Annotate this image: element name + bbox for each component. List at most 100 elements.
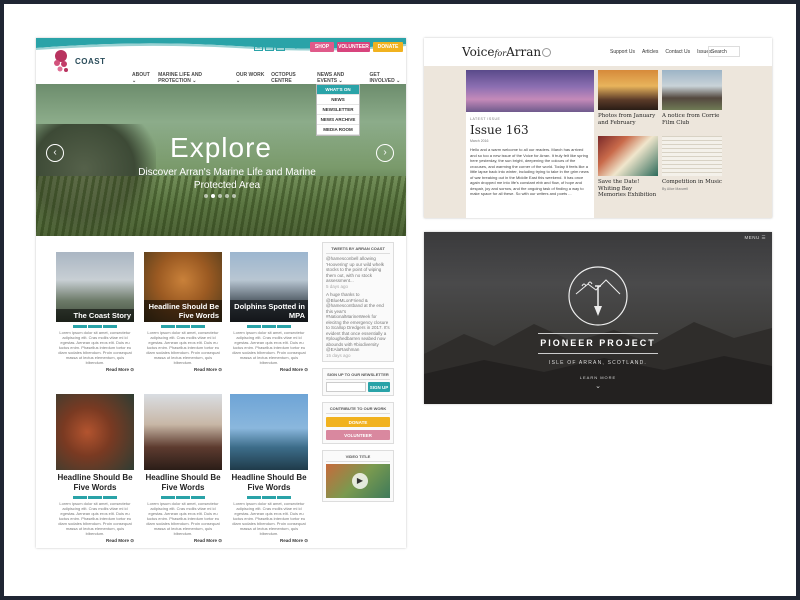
card-title: Dolphins Spotted in MPA xyxy=(230,300,308,322)
news-card[interactable]: The Coast Story Lorem ipsum dolor sit am… xyxy=(56,252,134,373)
dropdown-news[interactable]: NEWS xyxy=(317,95,359,105)
nav-articles[interactable]: Articles xyxy=(642,49,658,55)
chevron-down-icon[interactable]: ⌄ xyxy=(424,382,772,390)
twitter-icon[interactable]: t xyxy=(276,42,285,51)
tile-image xyxy=(598,70,658,110)
vfa-content: LATEST ISSUE Issue 163 March 2016 Hello … xyxy=(424,66,772,218)
dropdown-whats-on[interactable]: WHAT'S ON xyxy=(317,85,359,95)
card-text: Lorem ipsum dolor sit amet, consectetur … xyxy=(232,501,306,536)
sign-up-button[interactable]: SIGN UP xyxy=(368,382,390,392)
card-tags xyxy=(230,496,308,499)
article-tile[interactable]: A notice from Corrie Film Club xyxy=(662,70,722,126)
vfa-nav: Support Us Articles Contact Us Issues xyxy=(610,49,712,55)
read-more-link[interactable]: Read More ⊙ xyxy=(230,367,308,373)
news-card[interactable]: Headline Should Be Five Words Lorem ipsu… xyxy=(230,394,308,544)
canvas: COAST ◎ f t ⚲ SHOP VOLUNTEER DONATE ABOU… xyxy=(4,4,796,596)
newsletter-header: SIGN UP TO OUR NEWSLETTER xyxy=(326,372,390,380)
news-card[interactable]: Headline Should Be Five Words Lorem ipsu… xyxy=(56,394,134,544)
tile-image xyxy=(662,70,722,110)
hero-subtitle: Discover Arran's Marine Life and Marine … xyxy=(138,167,316,191)
slide-dots xyxy=(204,194,236,198)
nav-get-involved[interactable]: GET INVOLVED ⌄ xyxy=(370,72,406,84)
email-input[interactable] xyxy=(326,382,366,392)
card-tags xyxy=(56,496,134,499)
news-card[interactable]: Headline Should Be Five Words Lorem ipsu… xyxy=(144,394,222,544)
slide-dot[interactable] xyxy=(218,194,222,198)
donate-button[interactable]: DONATE xyxy=(373,42,403,52)
facebook-icon[interactable]: f xyxy=(265,42,274,51)
tile-image xyxy=(662,136,722,176)
volunteer-button[interactable]: VOLUNTEER xyxy=(337,42,370,52)
coast-logo-text: COAST xyxy=(75,56,106,66)
newsletter-signup: SIGN UP TO OUR NEWSLETTER SIGN UP xyxy=(322,368,394,396)
dropdown-news-archive[interactable]: NEWS ARCHIVE xyxy=(317,115,359,125)
read-more-link[interactable]: Read More ⊙ xyxy=(56,367,134,373)
slide-dot[interactable] xyxy=(225,194,229,198)
search-icon[interactable]: ⚲ xyxy=(293,41,299,50)
coast-content: The Coast Story Lorem ipsum dolor sit am… xyxy=(36,236,406,548)
news-dropdown: WHAT'S ON NEWS NEWSLETTER NEWS ARCHIVE M… xyxy=(316,84,360,136)
next-slide-icon[interactable]: › xyxy=(376,144,394,162)
nav-contact-us[interactable]: Contact Us xyxy=(665,49,690,55)
coast-header: COAST ◎ f t ⚲ SHOP VOLUNTEER DONATE ABOU… xyxy=(36,38,406,84)
menu-button[interactable]: MENU ☰ xyxy=(744,235,766,241)
card-title: Headline Should Be Five Words xyxy=(145,473,221,492)
prev-slide-icon[interactable]: ‹ xyxy=(46,144,64,162)
slide-dot[interactable] xyxy=(204,194,208,198)
vfa-logo[interactable]: VoiceforArran xyxy=(462,45,552,59)
card-tags xyxy=(230,325,308,328)
nav-marine-life[interactable]: MARINE LIFE AND PROTECTION ⌄ xyxy=(158,72,230,84)
volunteer-button-sidebar[interactable]: VOLUNTEER xyxy=(326,430,390,440)
tile-title: Photos from January and February xyxy=(598,113,656,126)
video-thumbnail[interactable]: ▶ xyxy=(326,464,390,498)
contribute-header: CONTRIBUTE TO OUR WORK xyxy=(326,406,390,414)
read-more-link[interactable]: Read More ⊙ xyxy=(144,538,222,544)
nav-about[interactable]: ABOUT ⌄ xyxy=(132,72,152,84)
donate-button-sidebar[interactable]: DONATE xyxy=(326,417,390,427)
logo-voice: Voice xyxy=(462,45,495,59)
shop-button[interactable]: SHOP xyxy=(310,42,334,52)
dropdown-newsletter[interactable]: NEWSLETTER xyxy=(317,105,359,115)
nav-news-events[interactable]: NEWS AND EVENTS ⌄ xyxy=(317,72,363,84)
video-box: VIDEO TITLE ▶ xyxy=(322,450,394,502)
project-title: PIONEER PROJECT xyxy=(540,338,656,348)
read-more-link[interactable]: Read More ⊙ xyxy=(230,538,308,544)
tweet-time: 15 days ago xyxy=(326,352,351,358)
news-card[interactable]: Headline Should Be Five Words Lorem ipsu… xyxy=(144,252,222,373)
card-image: The Coast Story xyxy=(56,252,134,322)
dropdown-media-room[interactable]: MEDIA ROOM xyxy=(317,125,359,135)
vfa-header: VoiceforArran Support Us Articles Contac… xyxy=(424,38,772,66)
card-image xyxy=(144,394,222,470)
coast-logo[interactable]: COAST xyxy=(50,48,106,74)
tile-author: By Alice Maxwell xyxy=(662,186,689,191)
card-tags xyxy=(144,496,222,499)
tile-image xyxy=(598,136,658,176)
latest-issue[interactable]: LATEST ISSUE Issue 163 March 2016 Hello … xyxy=(466,70,594,218)
read-more-link[interactable]: Read More ⊙ xyxy=(144,367,222,373)
latest-issue-label: LATEST ISSUE xyxy=(470,117,501,121)
card-image: Headline Should Be Five Words xyxy=(144,252,222,322)
tile-title: Competition in Music xyxy=(662,179,722,185)
news-card[interactable]: Dolphins Spotted in MPA Lorem ipsum dolo… xyxy=(230,252,308,373)
slide-dot[interactable] xyxy=(211,194,215,198)
tweet[interactable]: @hamesconbell allowing 'Hoovering' up ou… xyxy=(326,256,390,284)
article-tile[interactable]: Save the Date! Whiting Bay Memories Exhi… xyxy=(598,136,658,199)
tweet[interactable]: A huge thanks to @BlueMLonFriend & @hame… xyxy=(326,292,390,353)
search-input[interactable]: Search xyxy=(708,46,740,57)
issue-image xyxy=(466,70,594,112)
card-image: Dolphins Spotted in MPA xyxy=(230,252,308,322)
instagram-icon[interactable]: ◎ xyxy=(254,42,263,51)
nav-support-us[interactable]: Support Us xyxy=(610,49,635,55)
main-nav: ABOUT ⌄ MARINE LIFE AND PROTECTION ⌄ OUR… xyxy=(132,72,406,84)
read-more-link[interactable]: Read More ⊙ xyxy=(56,538,134,544)
card-text: Lorem ipsum dolor sit amet, consectetur … xyxy=(146,501,220,536)
nav-octopus-centre[interactable]: OCTOPUS CENTRE xyxy=(271,72,311,84)
slide-dot[interactable] xyxy=(232,194,236,198)
card-text: Lorem ipsum dolor sit amet, consectetur … xyxy=(146,330,220,365)
nav-our-work[interactable]: OUR WORK ⌄ xyxy=(236,72,265,84)
play-icon[interactable]: ▶ xyxy=(352,473,368,489)
article-tile[interactable]: Competition in Music By Alice Maxwell xyxy=(662,136,722,191)
article-tile[interactable]: Photos from January and February xyxy=(598,70,658,126)
learn-more-link[interactable]: LEARN MORE xyxy=(424,375,772,380)
octopus-logo-icon xyxy=(54,50,68,72)
